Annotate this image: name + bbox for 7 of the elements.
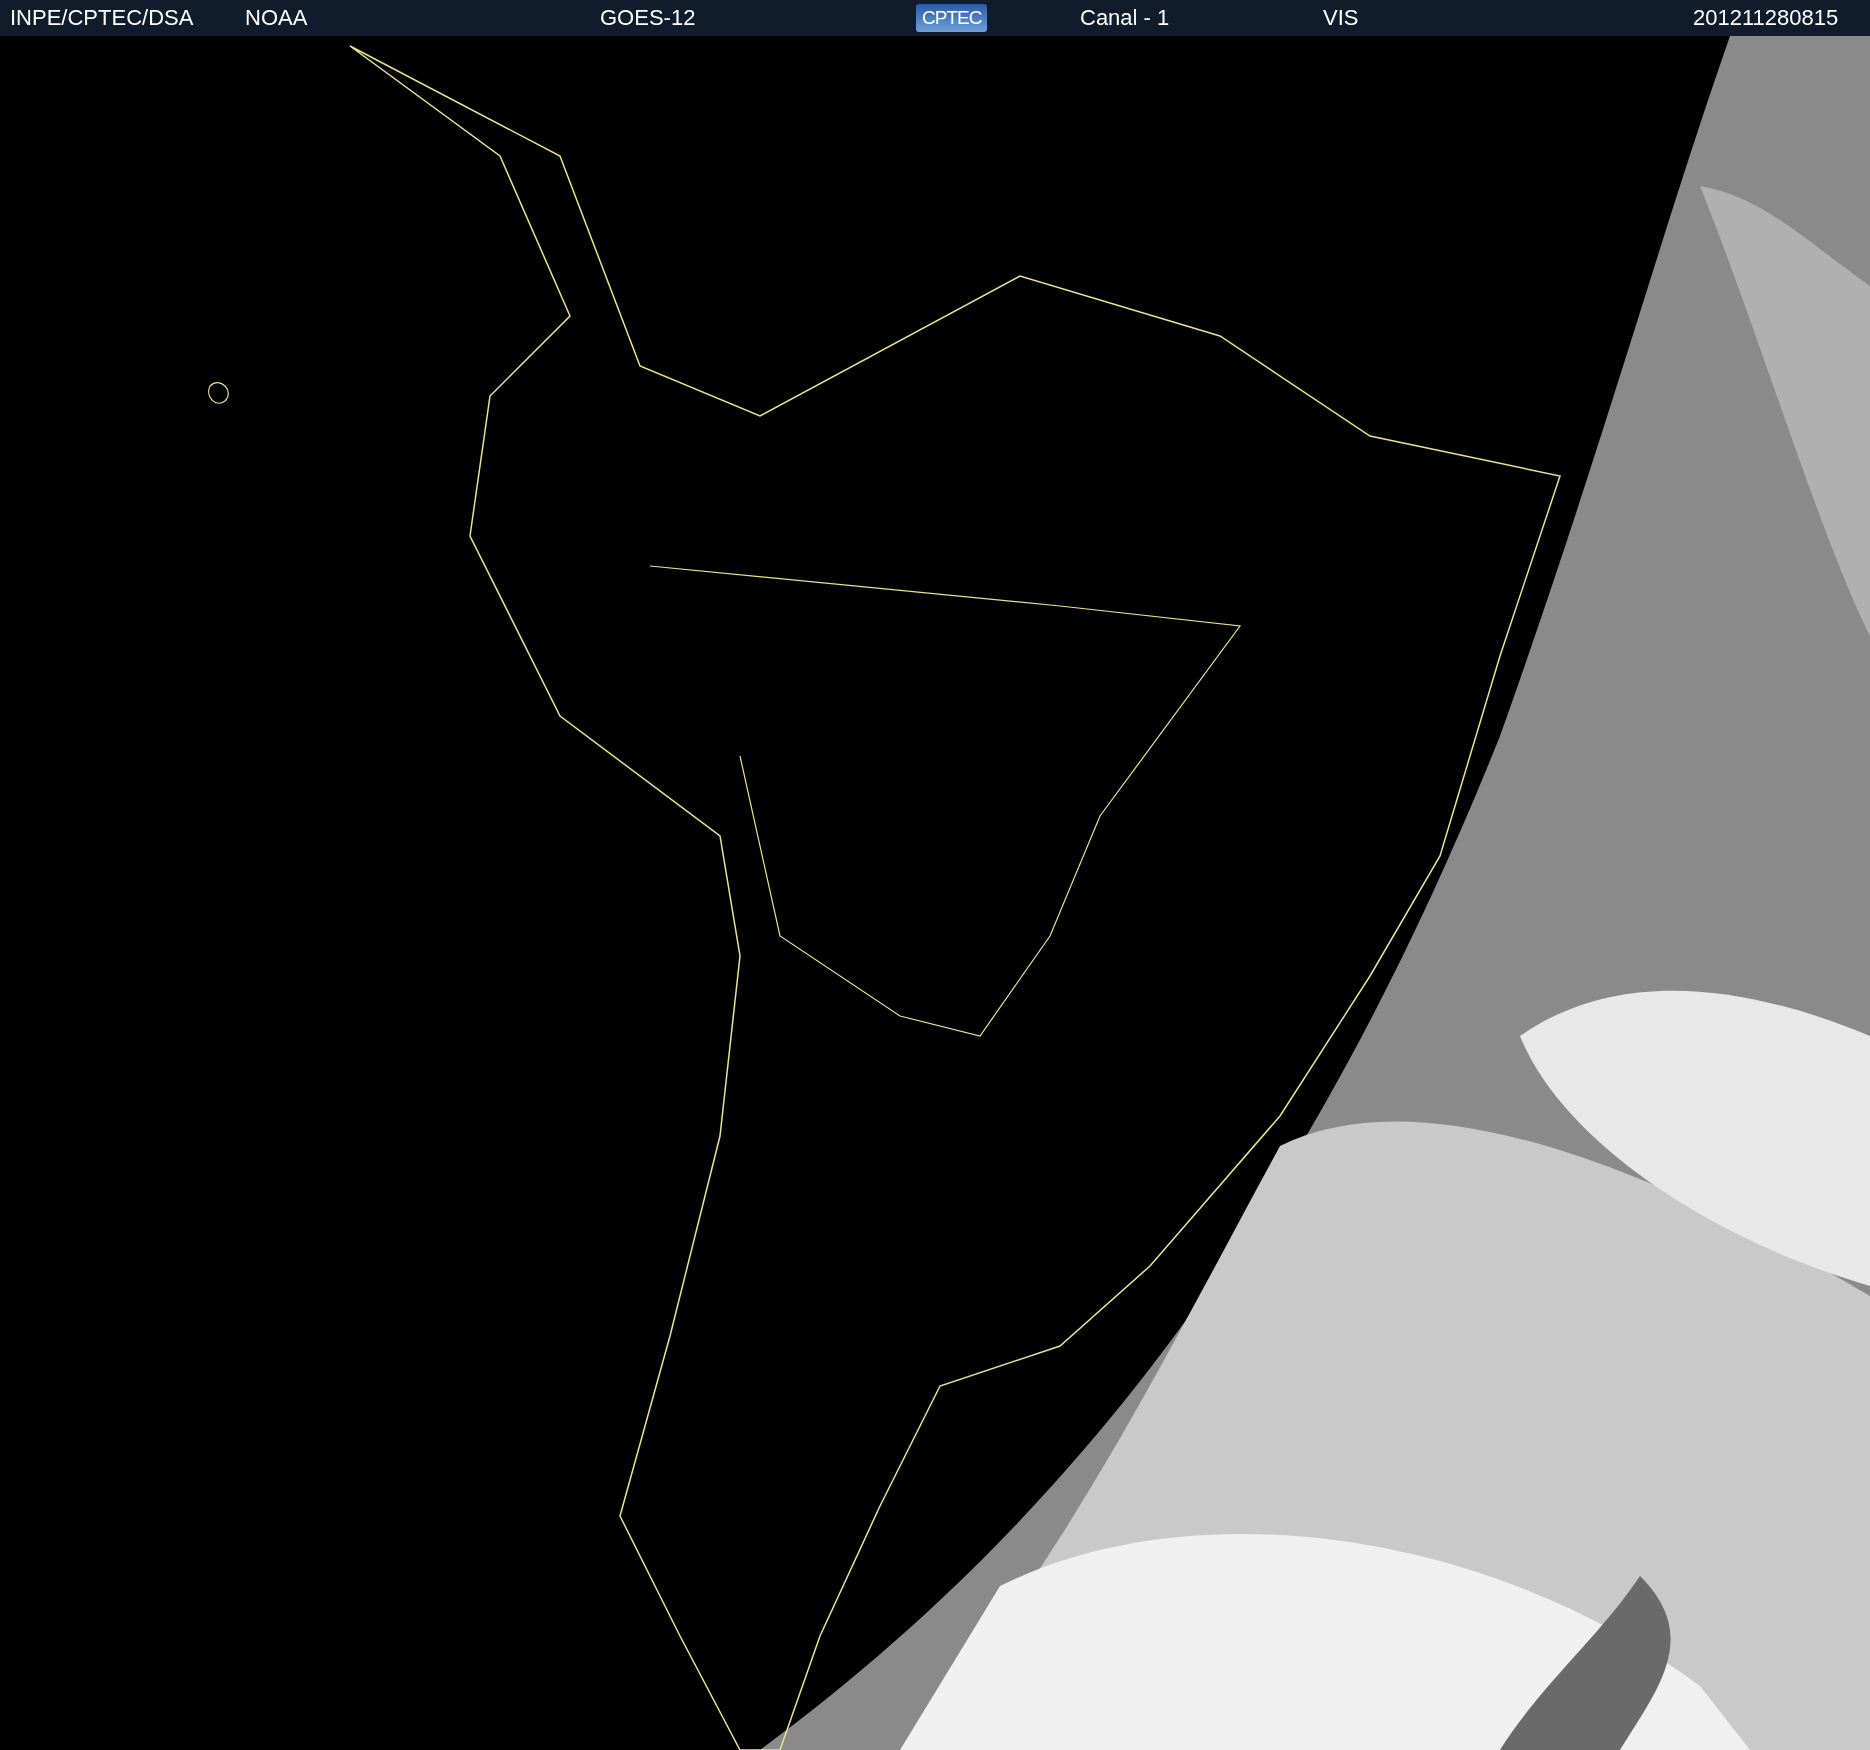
header-text: Canal - 1 (1080, 5, 1170, 31)
header-text: 201211280815 (1693, 5, 1839, 31)
header-text: GOES-12 (600, 5, 696, 31)
header-text: VIS (1323, 5, 1359, 31)
header-text: INPE/CPTEC/DSA (10, 5, 194, 31)
header-text: NOAA (245, 5, 308, 31)
logo: CPTEC (916, 4, 988, 32)
